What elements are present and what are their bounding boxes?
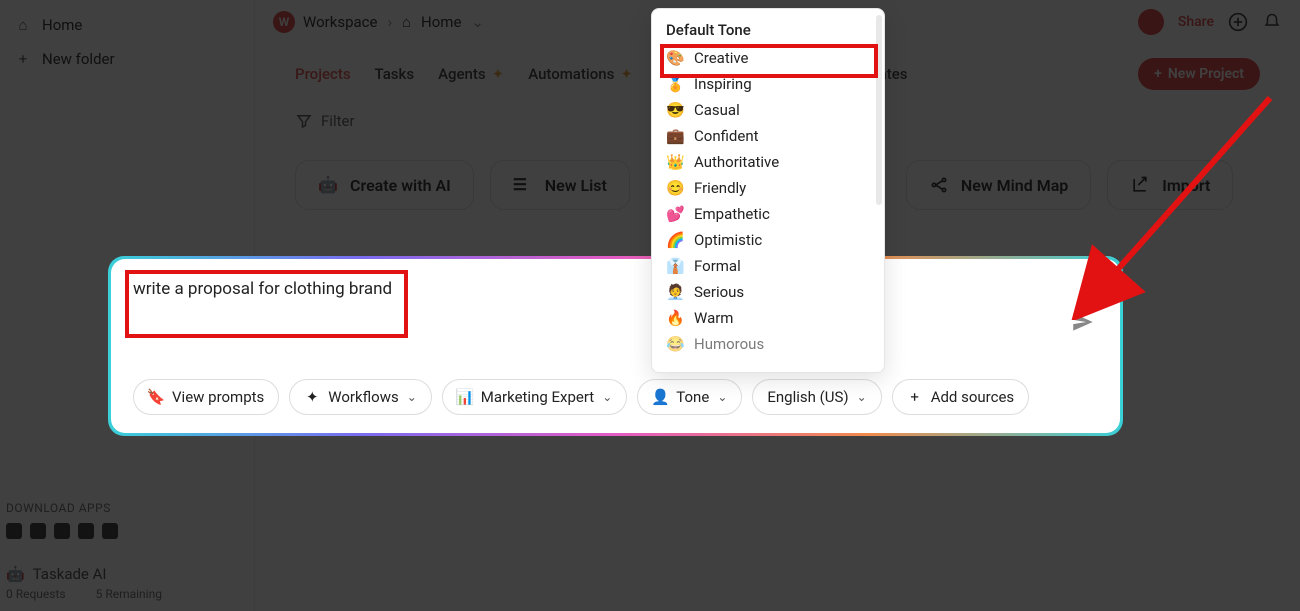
send-icon — [1070, 309, 1096, 335]
add-sources-label: Add sources — [931, 388, 1014, 406]
sparkles-icon: ✦ — [304, 389, 320, 405]
tone-dropdown: Default Tone 🎨 Creative 🏅 Inspiring 😎 Casua… — [651, 8, 885, 373]
tone-item-formal[interactable]: 👔 Formal — [652, 253, 884, 279]
tone-item-friendly[interactable]: 😊 Friendly — [652, 175, 884, 201]
tone-item-inspiring[interactable]: 🏅 Inspiring — [652, 71, 884, 97]
laugh-icon: 😂 — [666, 335, 684, 353]
person-icon: 👤 — [652, 389, 668, 405]
tone-label: Formal — [694, 257, 741, 275]
hearts-icon: 💕 — [666, 205, 684, 223]
tone-item-empathetic[interactable]: 💕 Empathetic — [652, 201, 884, 227]
send-button[interactable] — [1070, 309, 1096, 339]
tone-label: Casual — [694, 101, 740, 119]
language-label: English (US) — [767, 388, 848, 406]
tone-label: Humorous — [694, 335, 764, 353]
suit-icon: 🧑‍💼 — [666, 283, 684, 301]
persona-chip[interactable]: 📊 Marketing Expert ⌄ — [442, 379, 628, 415]
necktie-icon: 👔 — [666, 257, 684, 275]
palette-icon: 🎨 — [666, 49, 684, 67]
workflows-chip[interactable]: ✦ Workflows ⌄ — [289, 379, 431, 415]
tone-label: Warm — [694, 309, 733, 327]
prompt-chips: 🔖 View prompts ✦ Workflows ⌄ 📊 Marketing… — [111, 379, 1120, 433]
tone-item-warm[interactable]: 🔥 Warm — [652, 305, 884, 331]
ai-prompt-panel: write a proposal for clothing brand 🔖 Vi… — [108, 256, 1123, 436]
briefcase-icon: 💼 — [666, 127, 684, 145]
persona-label: Marketing Expert — [481, 388, 594, 406]
tone-label: Optimistic — [694, 231, 762, 249]
chevron-down-icon: ⌄ — [407, 390, 417, 404]
tone-item-optimistic[interactable]: 🌈 Optimistic — [652, 227, 884, 253]
plus-icon: + — [907, 389, 923, 405]
rainbow-icon: 🌈 — [666, 231, 684, 249]
tone-item-casual[interactable]: 😎 Casual — [652, 97, 884, 123]
workflows-label: Workflows — [328, 388, 398, 406]
language-chip[interactable]: English (US) ⌄ — [752, 379, 881, 415]
tone-label: Inspiring — [694, 75, 752, 93]
tone-dropdown-header: Default Tone — [652, 15, 884, 45]
fire-icon: 🔥 — [666, 309, 684, 327]
tone-chip[interactable]: 👤 Tone ⌄ — [637, 379, 742, 415]
scrollbar[interactable] — [876, 15, 882, 205]
chevron-down-icon: ⌄ — [857, 390, 867, 404]
chevron-down-icon: ⌄ — [717, 390, 727, 404]
bookmark-icon: 🔖 — [148, 389, 164, 405]
tone-item-creative[interactable]: 🎨 Creative — [652, 45, 884, 71]
view-prompts-label: View prompts — [172, 388, 264, 406]
tone-item-serious[interactable]: 🧑‍💼 Serious — [652, 279, 884, 305]
tone-label: Friendly — [694, 179, 746, 197]
tone-label: Confident — [694, 127, 759, 145]
tone-item-confident[interactable]: 💼 Confident — [652, 123, 884, 149]
prompt-input[interactable]: write a proposal for clothing brand — [133, 279, 392, 299]
tone-label: Empathetic — [694, 205, 770, 223]
medal-icon: 🏅 — [666, 75, 684, 93]
add-sources-chip[interactable]: + Add sources — [892, 379, 1029, 415]
tone-label: Authoritative — [694, 153, 779, 171]
view-prompts-chip[interactable]: 🔖 View prompts — [133, 379, 279, 415]
chevron-down-icon: ⌄ — [602, 390, 612, 404]
chart-icon: 📊 — [457, 389, 473, 405]
tone-item-authoritative[interactable]: 👑 Authoritative — [652, 149, 884, 175]
tone-label: Creative — [694, 49, 749, 67]
smile-icon: 😊 — [666, 179, 684, 197]
tone-label: Serious — [694, 283, 744, 301]
tone-label: Tone — [676, 388, 709, 406]
crown-icon: 👑 — [666, 153, 684, 171]
tone-item-humorous[interactable]: 😂 Humorous — [652, 331, 884, 357]
sunglasses-icon: 😎 — [666, 101, 684, 119]
